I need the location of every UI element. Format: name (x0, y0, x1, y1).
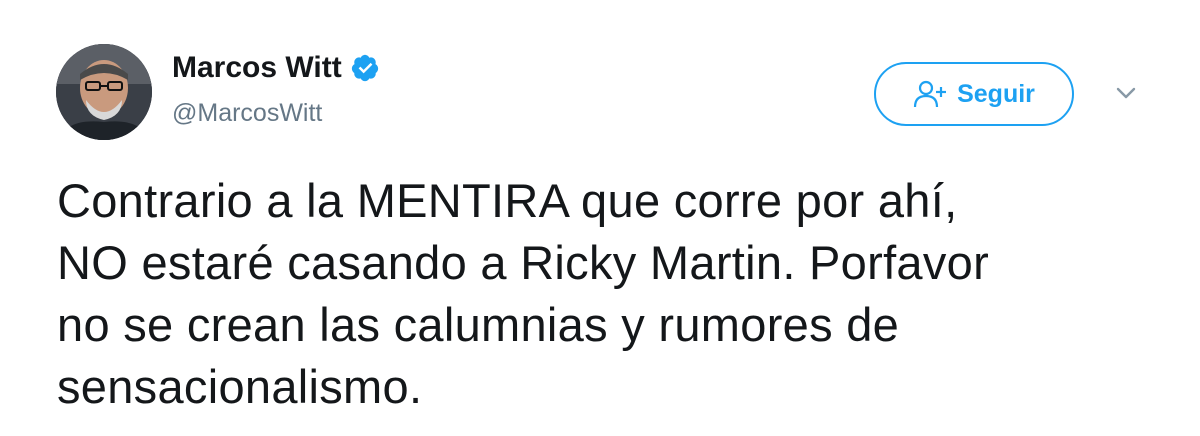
follow-button[interactable]: Seguir (874, 62, 1074, 126)
avatar[interactable] (56, 44, 152, 140)
tweet-text: Contrario a la MENTIRA que corre por ahí… (57, 174, 990, 413)
author-handle[interactable]: @MarcosWitt (172, 98, 322, 128)
author-name[interactable]: Marcos Witt (172, 50, 380, 86)
author-name-text[interactable]: Marcos Witt (172, 50, 342, 86)
verified-badge-icon (350, 53, 380, 83)
follow-button-label: Seguir (957, 79, 1035, 108)
chevron-down-icon[interactable] (1112, 82, 1140, 104)
add-user-icon (913, 79, 947, 109)
tweet-card: Marcos Witt @MarcosWitt Seguir Contrario… (0, 0, 1200, 436)
